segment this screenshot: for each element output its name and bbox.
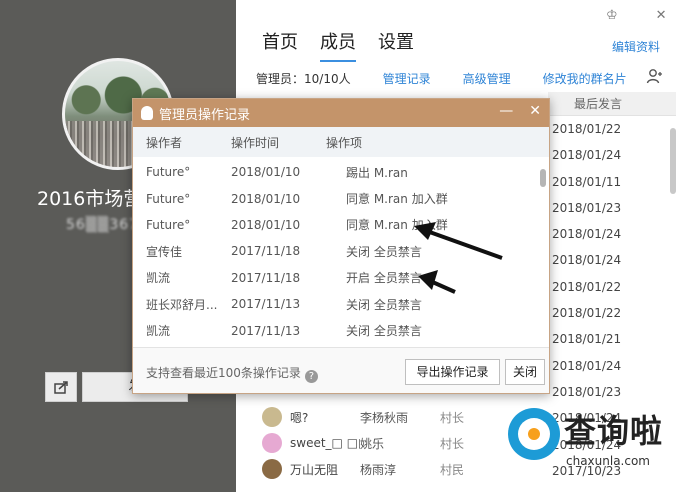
dialog-title: 管理员操作记录	[159, 107, 251, 123]
last-speak-date: 2018/01/24	[552, 227, 622, 242]
member-nick: sweet_□ □□	[290, 436, 360, 450]
last-speak-column-header[interactable]: 最后发言	[548, 92, 676, 116]
dialog-close-icon[interactable]: ✕	[529, 103, 541, 119]
member-list-scrollbar[interactable]	[670, 128, 676, 194]
qq-penguin-icon	[141, 106, 153, 120]
dialog-titlebar[interactable]: 管理员操作记录 — ✕	[133, 99, 549, 127]
log-operator: Future°	[146, 191, 191, 206]
log-operator: 班长邓舒月...	[146, 297, 218, 312]
last-speak-date: 2018/01/24	[552, 148, 622, 163]
group-tabs: 首页 成员 设置	[262, 28, 414, 62]
last-speak-date: 2018/01/23	[552, 200, 622, 215]
member-card: 杨雨淳	[360, 462, 397, 477]
log-action: 同意 M.ran 加入群	[346, 192, 448, 207]
log-row: Future° 2018/01/10 踢出 M.ran	[133, 159, 545, 185]
watermark-url: chaxunla.com	[566, 454, 650, 468]
log-row: Future° 2018/01/10 同意 M.ran 加入群	[133, 185, 545, 211]
advanced-manage-link[interactable]: 高级管理	[463, 70, 511, 87]
log-time: 2018/01/10	[231, 191, 301, 206]
log-time: 2017/11/13	[231, 323, 301, 338]
last-speak-date: 2018/01/21	[552, 332, 622, 347]
member-role: 村长	[440, 436, 465, 451]
log-action: 关闭 全员禁言	[346, 324, 422, 339]
edit-group-card-link[interactable]: 修改我的群名片	[543, 70, 627, 87]
log-operator: Future°	[146, 217, 191, 232]
footer-note-text: 支持查看最近100条操作记录	[146, 366, 301, 380]
log-time: 2017/11/13	[231, 297, 301, 312]
log-action: 关闭 全员禁言	[346, 244, 422, 259]
log-action: 关闭 全员禁言	[346, 297, 422, 312]
log-list: Future° 2018/01/10 踢出 M.ran Future° 2018…	[133, 159, 545, 344]
member-avatar	[262, 433, 282, 453]
log-row: 凯流 2017/11/18 开启 全员禁言	[133, 265, 545, 291]
log-row: 班长邓舒月... 2017/11/13 关闭 全员禁言	[133, 291, 545, 317]
admin-count: 管理员：10/10人	[256, 72, 351, 86]
log-time: 2017/11/18	[231, 270, 301, 285]
chaxunla-logo-icon	[508, 408, 560, 460]
column-action: 操作项	[326, 135, 363, 150]
member-nick: 嗯?	[290, 410, 309, 425]
share-button[interactable]	[45, 372, 77, 402]
last-speak-date: 2018/01/24	[552, 358, 622, 373]
log-row: 宣传佳 2017/11/18 关闭 全员禁言	[133, 238, 545, 264]
member-role: 村长	[440, 410, 465, 425]
log-action: 踢出 M.ran	[346, 165, 408, 180]
edit-profile-link[interactable]: 编辑资料	[612, 38, 660, 55]
log-operator: 宣传佳	[146, 244, 183, 259]
log-row: Future° 2018/01/10 同意 M.ran 加入群	[133, 212, 545, 238]
member-avatar	[262, 407, 282, 427]
log-time: 2017/11/18	[231, 244, 301, 259]
log-action: 同意 M.ran 加入群	[346, 218, 448, 233]
member-row[interactable]: sweet_□ □□ 姚乐 村长	[262, 430, 464, 456]
export-records-button[interactable]: 导出操作记录	[405, 359, 500, 385]
add-member-icon[interactable]	[646, 68, 662, 88]
chaxunla-watermark: 查询啦 chaxunla.com	[508, 404, 678, 472]
admin-toolbar: 管理员：10/10人 管理记录 高级管理 修改我的群名片	[256, 70, 659, 87]
column-operator: 操作者	[146, 135, 183, 150]
member-avatar	[262, 459, 282, 479]
log-time: 2018/01/10	[231, 217, 301, 232]
last-speak-date: 2018/01/22	[552, 279, 622, 294]
member-card: 姚乐	[360, 436, 385, 451]
window-controls: ♔ ✕	[606, 8, 667, 23]
minimize-icon[interactable]: —	[499, 103, 513, 119]
last-speak-date: 2018/01/22	[552, 306, 622, 321]
last-speak-date: 2018/01/11	[552, 174, 622, 189]
footer-note: 支持查看最近100条操作记录?	[146, 364, 318, 383]
help-icon[interactable]: ?	[304, 370, 318, 383]
dialog-footer: 支持查看最近100条操作记录? 导出操作记录 关闭	[133, 347, 549, 393]
dialog-scrollbar[interactable]	[540, 169, 546, 187]
manage-records-link[interactable]: 管理记录	[383, 70, 431, 87]
last-speak-date: 2018/01/24	[552, 253, 622, 268]
log-operator: 凯流	[146, 271, 171, 286]
skin-icon[interactable]: ♔	[606, 8, 618, 23]
log-operator: Future°	[146, 165, 191, 180]
log-action: 开启 全员禁言	[346, 271, 422, 286]
close-button[interactable]: 关闭	[505, 359, 545, 385]
tab-home[interactable]: 首页	[262, 28, 298, 62]
member-card: 李杨秋雨	[360, 410, 409, 425]
log-row: 凯流 2017/11/13 关闭 全员禁言	[133, 317, 545, 343]
member-row[interactable]: 万山无阻 杨雨淳 村民	[262, 456, 464, 482]
watermark-title: 查询啦	[564, 412, 664, 450]
share-icon	[54, 381, 68, 394]
tab-settings[interactable]: 设置	[378, 28, 414, 62]
log-operator: 凯流	[146, 324, 171, 339]
window-close-icon[interactable]: ✕	[656, 8, 667, 23]
log-time: 2018/01/10	[231, 165, 301, 180]
member-role: 村民	[440, 462, 465, 477]
admin-log-dialog: 管理员操作记录 — ✕ 操作者 操作时间 操作项 Future° 2018/01…	[132, 98, 550, 394]
column-time: 操作时间	[231, 135, 280, 150]
last-speak-date: 2018/01/22	[552, 122, 622, 136]
log-table-header: 操作者 操作时间 操作项	[133, 127, 549, 157]
member-nick: 万山无阻	[290, 462, 339, 477]
last-speak-date: 2018/01/23	[552, 384, 622, 399]
member-row[interactable]: 嗯? 李杨秋雨 村长	[262, 404, 464, 430]
tab-members[interactable]: 成员	[320, 28, 356, 62]
